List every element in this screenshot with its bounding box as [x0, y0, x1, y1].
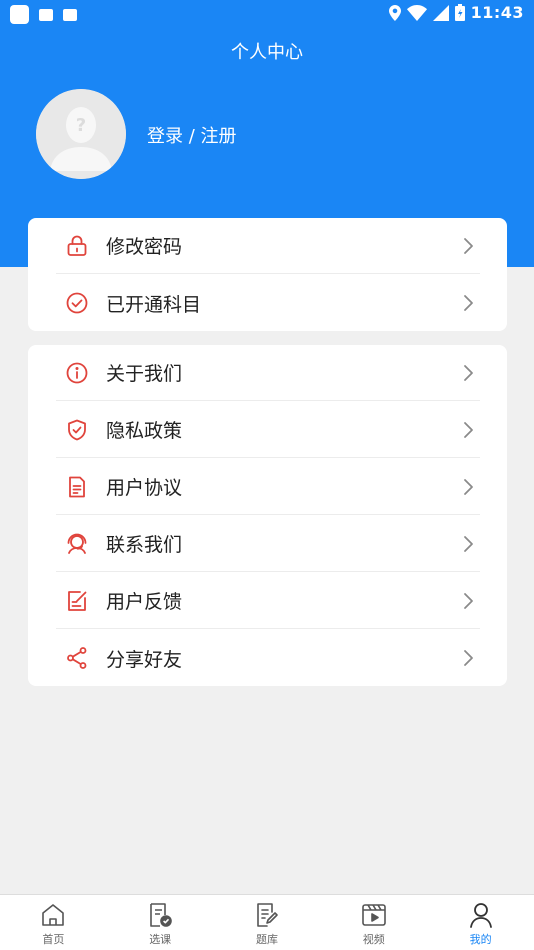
lock-icon	[64, 233, 90, 259]
tab-course-select[interactable]: 选课	[107, 895, 214, 950]
chevron-right-icon	[464, 650, 473, 666]
menu-item-about-us[interactable]: 关于我们	[56, 345, 480, 401]
menu-item-label: 分享好友	[106, 648, 183, 671]
tab-label: 题库	[255, 933, 278, 946]
course-select-icon	[150, 903, 172, 927]
chevron-right-icon	[464, 536, 473, 552]
tab-label: 视频	[362, 933, 385, 946]
wifi-icon	[406, 4, 427, 21]
menu-item-subscribed-subjects[interactable]: 已开通科目	[56, 275, 480, 331]
shield-icon	[64, 417, 90, 443]
battery-icon	[454, 4, 465, 21]
tab-home[interactable]: 首页	[0, 895, 107, 950]
menu-item-label: 已开通科目	[106, 293, 202, 316]
menu-item-label: 用户反馈	[106, 591, 183, 613]
clock: 11:43	[470, 3, 524, 22]
status-bar: 11:43	[0, 0, 534, 28]
menu-item-contact-us[interactable]: 联系我们	[56, 516, 480, 572]
video-icon	[361, 904, 386, 926]
chevron-right-icon	[464, 593, 473, 609]
default-avatar-icon: ?	[36, 89, 126, 179]
menu-item-label: 关于我们	[106, 363, 183, 385]
tab-video[interactable]: 视频	[320, 895, 427, 950]
support-agent-icon	[64, 531, 90, 557]
question-bank-icon	[257, 903, 278, 927]
menu-item-change-password[interactable]: 修改密码	[56, 218, 480, 274]
menu-item-privacy-policy[interactable]: 隐私政策	[56, 402, 480, 458]
chevron-right-icon	[464, 295, 473, 311]
menu-item-label: 隐私政策	[106, 420, 183, 442]
chevron-right-icon	[464, 365, 473, 381]
home-icon	[42, 904, 65, 926]
menu-item-label: 联系我们	[106, 534, 183, 556]
chevron-right-icon	[464, 479, 473, 495]
bottom-tab-bar: 首页 选课 题库 视频 我的	[0, 894, 534, 950]
mail-notification-icon	[39, 8, 53, 21]
check-circle-icon	[64, 290, 90, 316]
tab-label: 选课	[149, 933, 172, 946]
tab-label: 首页	[42, 933, 65, 946]
tab-question-bank[interactable]: 题库	[214, 895, 321, 950]
feedback-icon	[64, 588, 90, 614]
share-icon	[64, 645, 90, 671]
menu-item-user-agreement[interactable]: 用户协议	[56, 459, 480, 515]
chevron-right-icon	[464, 238, 473, 254]
info-icon	[64, 360, 90, 386]
tab-profile[interactable]: 我的	[427, 895, 534, 950]
chevron-right-icon	[464, 422, 473, 438]
login-register-link[interactable]: 登录 / 注册	[147, 122, 237, 148]
text-notification-icon	[63, 8, 77, 21]
document-icon	[64, 474, 90, 500]
signal-icon	[432, 4, 449, 21]
avatar[interactable]: ?	[36, 89, 126, 179]
account-card: 修改密码 已开通科目	[28, 218, 507, 331]
menu-item-label: 用户协议	[106, 477, 183, 499]
svg-text:?: ?	[76, 115, 86, 136]
menu-item-label: 修改密码	[106, 236, 183, 258]
info-card: 关于我们 隐私政策 用户协议 联系我们 用户反馈 分享好友	[28, 345, 507, 686]
page-title: 个人中心	[231, 42, 303, 63]
menu-item-share[interactable]: 分享好友	[56, 630, 480, 686]
location-icon	[388, 4, 401, 21]
app-notification-icon	[10, 5, 29, 24]
tab-label: 我的	[469, 933, 492, 946]
menu-item-feedback[interactable]: 用户反馈	[56, 573, 480, 629]
profile-icon	[469, 903, 492, 928]
